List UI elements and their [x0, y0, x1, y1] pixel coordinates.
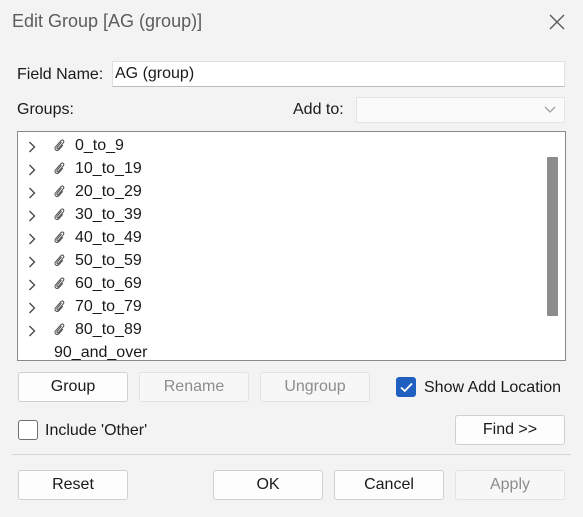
- paperclip-icon: [53, 161, 65, 180]
- add-to-dropdown[interactable]: [356, 97, 565, 123]
- chevron-right-icon[interactable]: [28, 163, 36, 181]
- paperclip-icon: [53, 207, 65, 226]
- tree-item-label: 60_to_69: [75, 275, 142, 292]
- chevron-right-icon[interactable]: [28, 278, 36, 296]
- field-name-label: Field Name:: [17, 66, 104, 83]
- window-title: Edit Group [AG (group)]: [12, 11, 203, 31]
- groups-label: Groups:: [17, 101, 74, 118]
- scrollbar-thumb[interactable]: [547, 157, 558, 316]
- paperclip-icon: [53, 138, 65, 157]
- tree-item[interactable]: 50_to_59: [18, 249, 538, 272]
- tree-item-label: 10_to_19: [75, 160, 142, 177]
- chevron-right-icon[interactable]: [28, 324, 36, 342]
- close-icon: [549, 14, 565, 30]
- chevron-right-icon[interactable]: [28, 301, 36, 319]
- field-name-input[interactable]: AG (group): [112, 61, 565, 87]
- tree-item[interactable]: 70_to_79: [18, 295, 538, 318]
- close-button[interactable]: [540, 6, 574, 38]
- apply-button[interactable]: Apply: [455, 470, 565, 500]
- chevron-right-icon[interactable]: [28, 255, 36, 273]
- tree-item-label: 40_to_49: [75, 229, 142, 246]
- include-other-checkbox[interactable]: [18, 420, 38, 440]
- tree-item[interactable]: 90_and_over: [18, 341, 538, 361]
- reset-button[interactable]: Reset: [18, 470, 128, 500]
- include-other-label: Include 'Other': [45, 422, 148, 439]
- cancel-button[interactable]: Cancel: [334, 470, 444, 500]
- tree-item[interactable]: 60_to_69: [18, 272, 538, 295]
- tree-item-label: 70_to_79: [75, 298, 142, 315]
- tree-item[interactable]: 0_to_9: [18, 134, 538, 157]
- chevron-down-icon: [544, 106, 556, 113]
- tree-item[interactable]: 20_to_29: [18, 180, 538, 203]
- tree-item-label: 30_to_39: [75, 206, 142, 223]
- paperclip-icon: [53, 322, 65, 341]
- checkmark-icon: [400, 382, 413, 393]
- chevron-right-icon[interactable]: [28, 186, 36, 204]
- paperclip-icon: [53, 253, 65, 272]
- divider: [12, 454, 571, 455]
- tree-item-label: 0_to_9: [75, 137, 124, 154]
- tree-item-label: 50_to_59: [75, 252, 142, 269]
- paperclip-icon: [53, 299, 65, 318]
- tree-item[interactable]: 40_to_49: [18, 226, 538, 249]
- chevron-right-icon[interactable]: [28, 209, 36, 227]
- find-button[interactable]: Find >>: [455, 415, 565, 445]
- rename-button[interactable]: Rename: [139, 372, 249, 402]
- tree-item-label: 90_and_over: [54, 344, 148, 361]
- add-to-label: Add to:: [293, 101, 344, 118]
- paperclip-icon: [53, 230, 65, 249]
- tree-item-label: 80_to_89: [75, 321, 142, 338]
- group-button[interactable]: Group: [18, 372, 128, 402]
- groups-tree[interactable]: 0_to_9 10_to_19 20_to_29 30_to_39 40_to_49 50…: [17, 131, 566, 361]
- chevron-right-icon[interactable]: [28, 140, 36, 158]
- chevron-right-icon[interactable]: [28, 232, 36, 250]
- tree-item[interactable]: 10_to_19: [18, 157, 538, 180]
- show-add-location-checkbox[interactable]: [396, 377, 416, 397]
- tree-item[interactable]: 80_to_89: [18, 318, 538, 341]
- paperclip-icon: [53, 184, 65, 203]
- ungroup-button[interactable]: Ungroup: [260, 372, 370, 402]
- ok-button[interactable]: OK: [213, 470, 323, 500]
- tree-item-label: 20_to_29: [75, 183, 142, 200]
- show-add-location-label: Show Add Location: [424, 379, 561, 396]
- title-bar: Edit Group [AG (group)]: [0, 0, 583, 44]
- tree-item[interactable]: 30_to_39: [18, 203, 538, 226]
- paperclip-icon: [53, 276, 65, 295]
